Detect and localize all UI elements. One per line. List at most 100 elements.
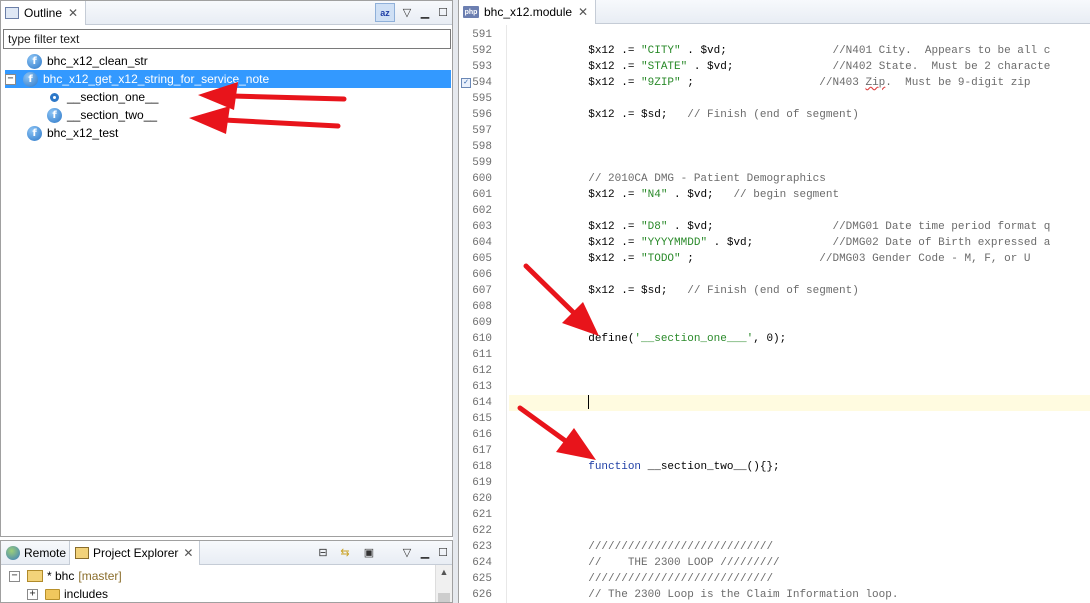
code-token: define(: [509, 333, 635, 345]
line-number: 597: [472, 125, 492, 137]
code-line[interactable]: [509, 347, 1090, 363]
code-line[interactable]: ////////////////////////////: [509, 571, 1090, 587]
code-line[interactable]: [509, 267, 1090, 283]
outline-header: Outline ✕ az ▽ ▁ ☐: [1, 1, 452, 25]
close-icon[interactable]: ✕: [182, 547, 194, 559]
code-line[interactable]: ////////////////////////////: [509, 539, 1090, 555]
outline-item[interactable]: f bhc_x12_test: [27, 124, 118, 142]
line-number: 604: [472, 237, 492, 249]
code-token: . $vd;: [687, 61, 833, 73]
code-line[interactable]: $x12 .= $sd; // Finish (end of segment): [509, 107, 1090, 123]
code-line[interactable]: [509, 315, 1090, 331]
code-line[interactable]: function __section_two__(){};: [509, 459, 1090, 475]
line-number: 603: [472, 221, 492, 233]
code-line[interactable]: $x12 .= "9ZIP" ; //N403 Zip. Must be 9-d…: [509, 75, 1090, 91]
view-menu-button[interactable]: ▽: [397, 543, 417, 562]
code-line[interactable]: [509, 475, 1090, 491]
minimize-button[interactable]: ▁: [415, 3, 435, 22]
maximize-button[interactable]: ☐: [433, 3, 453, 22]
collapse-all-button[interactable]: ⊟: [313, 543, 333, 562]
collapse-icon[interactable]: −: [9, 570, 20, 582]
minimize-button[interactable]: ▁: [415, 543, 435, 562]
code-line[interactable]: [509, 427, 1090, 443]
code-line[interactable]: $x12 .= "CITY" . $vd; //N401 City. Appea…: [509, 43, 1090, 59]
code-line[interactable]: [509, 379, 1090, 395]
code-line[interactable]: define('__section_one___', 0);: [509, 331, 1090, 347]
code-token: . Must be 9-digit zip: [885, 77, 1031, 89]
expand-icon[interactable]: +: [27, 588, 38, 600]
tab-project-explorer[interactable]: Project Explorer ✕: [69, 541, 201, 565]
line-number: 591: [472, 29, 492, 41]
code-line[interactable]: [509, 507, 1090, 523]
line-number: 622: [472, 525, 492, 537]
code-line[interactable]: [509, 123, 1090, 139]
editor-tab-label: bhc_x12.module: [484, 5, 573, 19]
constant-icon: [47, 90, 62, 105]
collapse-icon[interactable]: −: [5, 73, 16, 85]
line-number: 607: [472, 285, 492, 297]
line-number: 592: [472, 45, 492, 57]
view-menu-button[interactable]: ▽: [397, 3, 417, 22]
link-with-editor-button[interactable]: ⇆: [335, 543, 355, 562]
code-line[interactable]: $x12 .= "STATE" . $vd; //N402 State. Mus…: [509, 59, 1090, 75]
code-line[interactable]: [509, 203, 1090, 219]
code-line[interactable]: $x12 .= $sd; // Finish (end of segment): [509, 283, 1090, 299]
link-icon: ⇆: [340, 547, 350, 559]
code-line[interactable]: [509, 139, 1090, 155]
code-line[interactable]: [509, 363, 1090, 379]
tab-remote[interactable]: Remote: [1, 541, 71, 565]
code-line[interactable]: // The 2300 Loop is the Claim Informatio…: [509, 587, 1090, 603]
tab-outline[interactable]: Outline ✕: [1, 1, 87, 25]
code-line[interactable]: [509, 27, 1090, 43]
line-number: 624: [472, 557, 492, 569]
task-marker-icon[interactable]: ✓: [461, 78, 471, 88]
chevron-down-icon: ▽: [402, 547, 412, 559]
folder-row[interactable]: + includes: [27, 585, 108, 602]
project-row[interactable]: − * bhc [master]: [9, 567, 122, 585]
code-line[interactable]: [509, 299, 1090, 315]
outline-item-selected[interactable]: − f bhc_x12_get_x12_string_for_service_n…: [5, 70, 451, 88]
code-token: //DMG02 Date of Birth expressed a: [832, 237, 1051, 249]
tab-editor-file[interactable]: php bhc_x12.module ✕: [459, 0, 597, 24]
code-line[interactable]: [509, 411, 1090, 427]
close-icon[interactable]: ✕: [577, 6, 589, 18]
code-line[interactable]: [509, 523, 1090, 539]
outline-item[interactable]: __section_one__: [47, 88, 158, 106]
outline-item[interactable]: f bhc_x12_clean_str: [27, 52, 148, 70]
code-editor[interactable]: 591 592 593 594 595 596 597 598 599 600 601 602 603 6…: [459, 25, 1090, 603]
maximize-button[interactable]: ☐: [433, 543, 452, 562]
code-token: "STATE": [641, 61, 688, 73]
code-token: ////////////////////////////: [509, 541, 774, 553]
code-line[interactable]: [509, 491, 1090, 507]
sort-alphabetically-button[interactable]: az: [375, 3, 395, 22]
code-token: . $vd;: [667, 189, 734, 201]
globe-icon: [6, 546, 20, 560]
code-token: "D8": [641, 221, 668, 233]
project-branch: [master]: [78, 569, 122, 583]
code-token: // Finish (end of segment): [687, 109, 859, 121]
tab-remote-label: Remote: [24, 546, 67, 560]
outline-filter-input[interactable]: type filter text: [3, 29, 451, 49]
line-number: 614: [472, 397, 492, 409]
code-line[interactable]: // THE 2300 LOOP /////////: [509, 555, 1090, 571]
scrollbar-thumb[interactable]: [438, 593, 450, 602]
working-set-button[interactable]: ▣: [359, 543, 379, 562]
current-code-line[interactable]: [509, 395, 1090, 411]
code-line[interactable]: // 2010CA DMG - Patient Demographics: [509, 171, 1090, 187]
line-number: 596: [472, 109, 492, 121]
code-line[interactable]: [509, 91, 1090, 107]
minimize-icon: ▁: [420, 7, 430, 19]
code-line[interactable]: $x12 .= "N4" . $vd; // begin segment: [509, 187, 1090, 203]
code-line[interactable]: $x12 .= "TODO" ; //DMG03 Gender Code - M…: [509, 251, 1090, 267]
outline-item[interactable]: f __section_two__: [47, 106, 157, 124]
code-line[interactable]: $x12 .= "YYYYMMDD" . $vd; //DMG02 Date o…: [509, 235, 1090, 251]
explorer-scrollbar[interactable]: ▲: [435, 565, 452, 602]
outline-tab-label: Outline: [24, 6, 63, 20]
scroll-up-icon[interactable]: ▲: [436, 567, 452, 577]
code-line[interactable]: [509, 443, 1090, 459]
close-icon[interactable]: ✕: [67, 7, 79, 19]
code-line[interactable]: $x12 .= "D8" . $vd; //DMG01 Date time pe…: [509, 219, 1090, 235]
line-number: 613: [472, 381, 492, 393]
line-number: 621: [472, 509, 492, 521]
code-line[interactable]: [509, 155, 1090, 171]
